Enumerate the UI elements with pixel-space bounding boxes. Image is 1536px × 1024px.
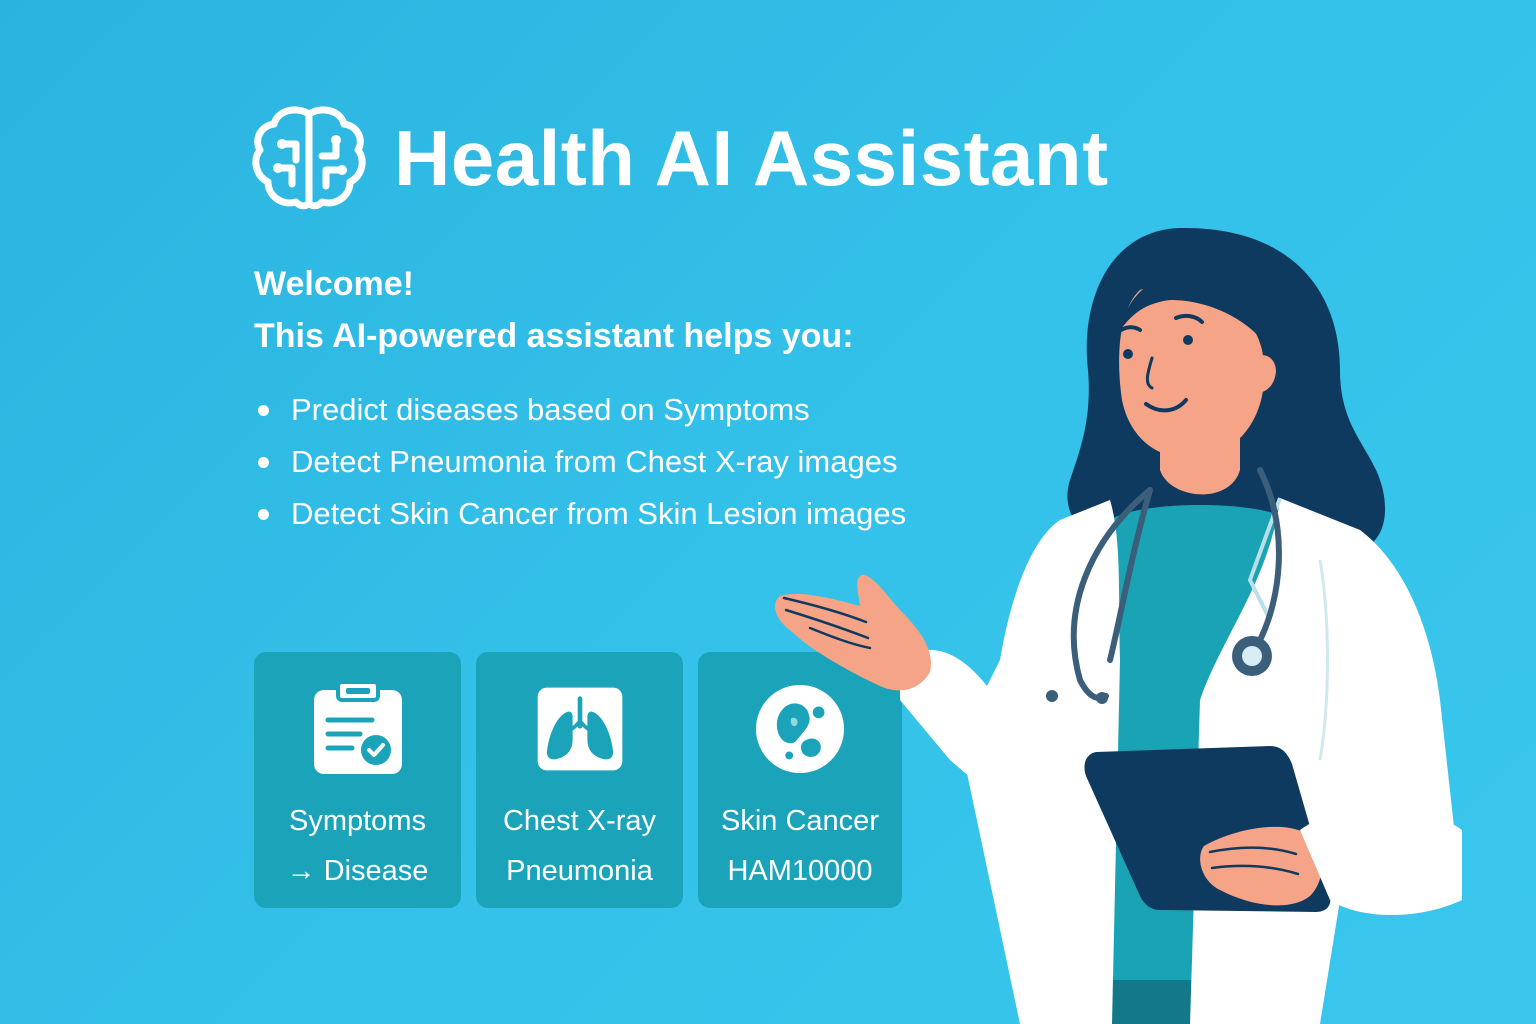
- feature-text: Predict diseases based on Symptoms: [291, 392, 810, 427]
- card-label: Chest X-ray Pneumonia: [503, 796, 656, 896]
- brain-circuit-icon: [252, 106, 366, 210]
- card-chest-xray[interactable]: Chest X-ray Pneumonia: [476, 652, 683, 908]
- bullet-icon: [258, 404, 269, 416]
- card-subtitle: Pneumonia: [506, 855, 653, 887]
- app-title: Health AI Assistant: [394, 114, 1109, 202]
- card-symptoms-disease[interactable]: Symptoms → Disease: [254, 652, 461, 908]
- card-title: Symptoms: [289, 805, 426, 837]
- clipboard-check-icon: [313, 682, 402, 774]
- app-header: Health AI Assistant: [252, 104, 1109, 212]
- card-label: Symptoms → Disease: [287, 796, 429, 896]
- doctor-illustration: [775, 227, 1462, 1024]
- card-subtitle: → Disease: [286, 855, 429, 887]
- card-title: Chest X-ray: [502, 805, 657, 837]
- welcome-text: Welcome! This AI-powered assistant helps…: [254, 258, 854, 362]
- welcome-subtitle: This AI-powered assistant helps you:: [254, 317, 854, 355]
- welcome-heading: Welcome!: [254, 265, 414, 303]
- lungs-icon: [537, 687, 622, 771]
- bullet-icon: [258, 456, 269, 468]
- bullet-icon: [258, 508, 269, 520]
